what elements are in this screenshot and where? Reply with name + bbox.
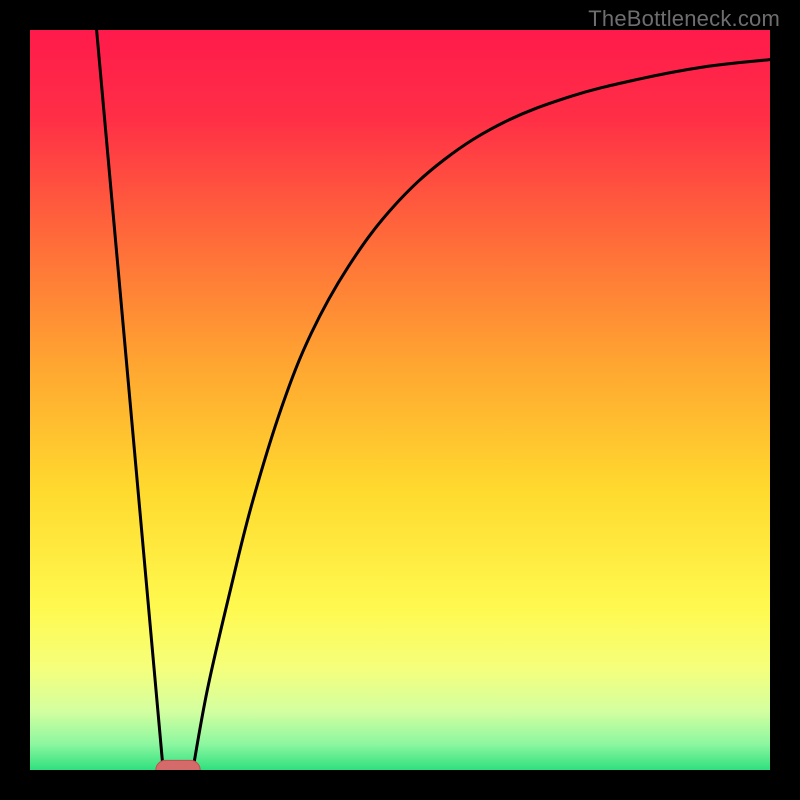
- chart-frame: TheBottleneck.com: [0, 0, 800, 800]
- chart-curves: [30, 30, 770, 770]
- watermark-text: TheBottleneck.com: [588, 6, 780, 32]
- series-right-curve: [193, 60, 770, 770]
- optimal-marker: [156, 760, 200, 770]
- series-left-line: [97, 30, 164, 770]
- plot-area: [30, 30, 770, 770]
